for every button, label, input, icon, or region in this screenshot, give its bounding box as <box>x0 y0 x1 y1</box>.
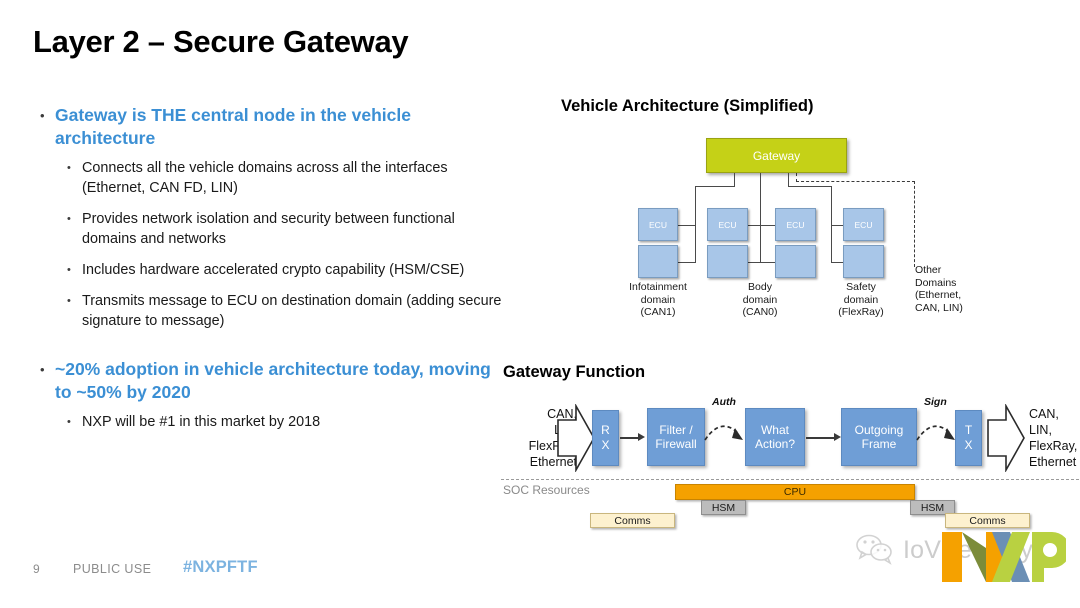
output-interfaces-label: CAN, LIN, FlexRay, Ethernet <box>1029 406 1080 470</box>
input-arrow-icon <box>557 404 595 472</box>
stage-outgoing-frame[interactable]: Outgoing Frame <box>841 408 917 466</box>
soc-hsm-left[interactable]: HSM <box>701 500 746 515</box>
stage-tx-line1: T <box>964 423 973 437</box>
soc-cpu-label: CPU <box>783 486 807 498</box>
stage-filter-line1: Filter / <box>659 423 693 437</box>
rx-to-filter-line <box>620 437 640 439</box>
stage-action-line1: What <box>760 423 789 437</box>
stage-tx[interactable]: T X <box>955 410 982 466</box>
io-line: FlexRay, <box>1029 439 1078 453</box>
soc-divider <box>501 479 1079 480</box>
soc-comms-right-label: Comms <box>969 514 1006 527</box>
gateway-function-diagram: CAN, LIN, FlexRay, Ethernet R X Filter /… <box>0 0 1080 608</box>
nxp-logo <box>942 532 1066 582</box>
stage-rx-line2: X <box>601 438 610 452</box>
stage-action-line2: Action? <box>754 437 796 451</box>
stage-rx[interactable]: R X <box>592 410 619 466</box>
event-hashtag: #NXPFTF <box>183 558 258 576</box>
soc-comms-right[interactable]: Comms <box>945 513 1030 528</box>
io-line: LIN, <box>1029 423 1052 437</box>
stage-outgoing-line2: Frame <box>861 437 897 451</box>
soc-resources-label: SOC Resources <box>503 483 590 497</box>
sign-dashed-arc <box>916 425 955 441</box>
stage-filter-line2: Firewall <box>655 437 697 451</box>
action-to-outgoing-line <box>806 437 836 439</box>
page-number: 9 <box>33 562 40 576</box>
auth-dashed-arc <box>704 425 743 441</box>
soc-hsm-left-label: HSM <box>711 501 736 514</box>
stage-what-action[interactable]: What Action? <box>745 408 805 466</box>
action-to-outgoing-arrowhead <box>834 433 841 441</box>
stage-tx-line2: X <box>964 438 973 452</box>
soc-comms-left-label: Comms <box>614 514 651 527</box>
classification-label: PUBLIC USE <box>73 562 152 576</box>
soc-hsm-right-label: HSM <box>920 501 945 514</box>
soc-comms-left[interactable]: Comms <box>590 513 675 528</box>
auth-annotation-label: Auth <box>712 396 736 408</box>
sign-annotation-label: Sign <box>924 396 947 408</box>
stage-outgoing-line1: Outgoing <box>854 423 904 437</box>
stage-filter-firewall[interactable]: Filter / Firewall <box>647 408 705 466</box>
output-arrow-icon <box>987 404 1025 472</box>
rx-to-filter-arrowhead <box>638 433 645 441</box>
stage-rx-line1: R <box>601 423 610 437</box>
io-line: Ethernet <box>1029 455 1077 469</box>
wechat-icon <box>856 534 892 565</box>
io-line: CAN, <box>1029 407 1059 421</box>
soc-cpu-bar[interactable]: CPU <box>675 484 915 500</box>
